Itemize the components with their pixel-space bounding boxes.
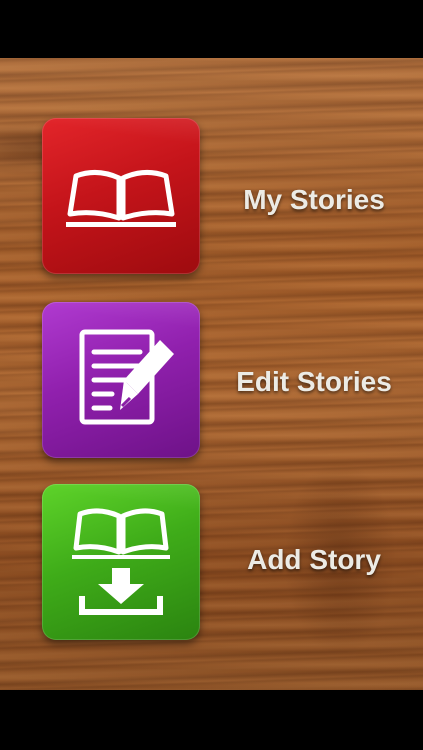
my-stories-label[interactable]: My Stories [205,184,423,216]
edit-stories-button[interactable] [42,302,200,458]
add-story-label[interactable]: Add Story [205,544,423,576]
edit-stories-label[interactable]: Edit Stories [205,366,423,398]
menu-row-edit-stories: Edit Stories [0,302,423,460]
menu-row-add-story: Add Story [0,484,423,642]
menu-row-my-stories: My Stories [0,118,423,276]
my-stories-button[interactable] [42,118,200,274]
open-book-icon [66,170,176,227]
book-download-icon [72,508,170,615]
wood-background: My Stories Edit Stories Add Story [0,58,423,690]
document-pen-icon [79,329,174,425]
add-story-button[interactable] [42,484,200,640]
